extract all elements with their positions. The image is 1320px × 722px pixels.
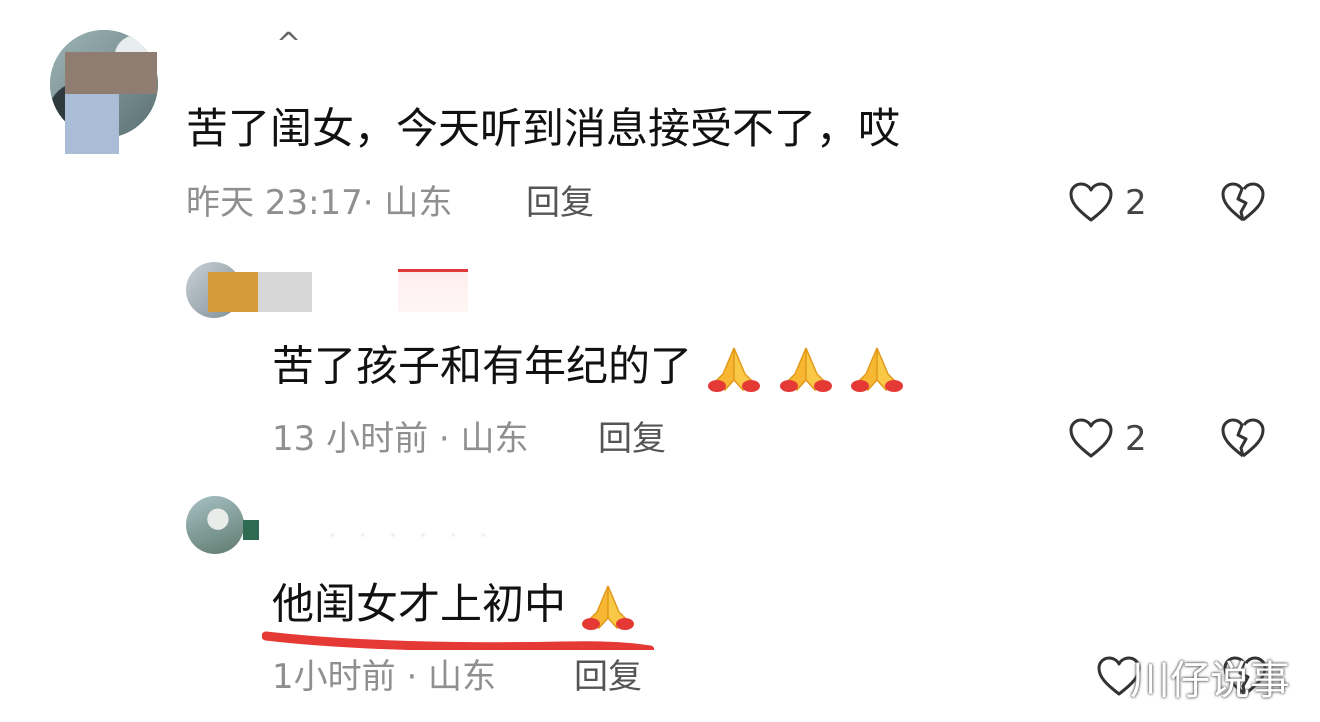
folded-hands-emoji [851,347,904,392]
username-redaction [258,272,312,312]
like-count: 2 [1125,183,1147,223]
heart-outline-icon[interactable] [1068,181,1114,223]
broken-heart-icon[interactable] [1220,417,1266,459]
comment-text-content: 他闺女才上初中 [272,579,567,629]
reply-button[interactable]: 回复 [574,660,642,694]
red-underline-annotation [262,631,654,650]
avatar-redaction [65,94,119,154]
reply-button[interactable]: 回复 [526,186,594,220]
comment-text-content: 苦了孩子和有年纪的了 [272,341,693,391]
username-redaction [208,272,258,312]
folded-hands-emoji [708,347,761,392]
username-redaction [398,269,468,312]
folded-hands-emoji [779,347,832,392]
watermark: 川仔说事 [1130,658,1290,704]
comment-meta: 1小时前 · 山东 [272,657,497,697]
broken-heart-icon[interactable] [1220,181,1266,223]
comment-text: 苦了闺女，今天听到消息接受不了，哎 [186,104,901,153]
username-blurred: ‧ ‧ ‧ ‧ ‧ ‧ [330,526,496,545]
avatar-badge [243,520,259,540]
heart-outline-icon[interactable] [1068,417,1114,459]
folded-hands-emoji [582,585,635,630]
reply-button[interactable]: 回复 [598,422,666,456]
comment-meta: 昨天 23:17· 山东 [186,183,453,223]
avatar[interactable] [186,496,244,554]
comment-text: 他闺女才上初中 [272,582,637,632]
comment-meta: 13 小时前 · 山东 [272,419,529,459]
comment-text: 苦了孩子和有年纪的了 [272,344,906,394]
avatar-redaction [65,52,157,94]
caret-up-icon[interactable]: ^ [276,30,301,60]
like-count: 2 [1125,419,1147,459]
